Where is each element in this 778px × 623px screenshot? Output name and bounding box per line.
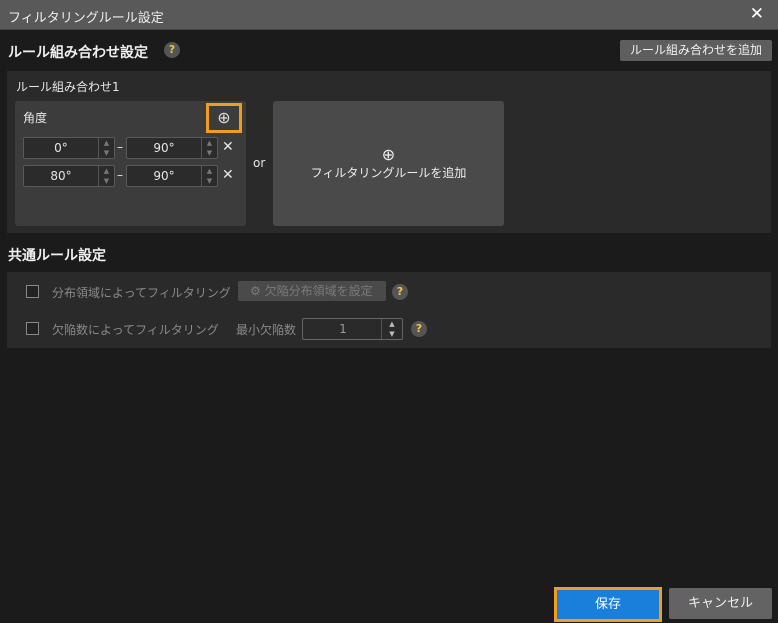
min-angle-input[interactable]: 0° ▲ ▼ — [23, 137, 115, 159]
min-count-value: 1 — [339, 322, 347, 336]
set-distribution-button[interactable]: ⚙ 欠陥分布領域を設定 — [238, 281, 386, 301]
min-value: 0° — [54, 141, 68, 155]
combination-title: ルール組み合わせ1 — [16, 80, 120, 94]
common-heading: 共通ルール設定 — [8, 248, 106, 264]
angle-rule-card: 角度 ⊕ 0° ▲ ▼ – 90° ▲ ▼ ✕ 80° ▲ ▼ – 90° ▲ ▼ ✕ — [15, 101, 246, 226]
remove-range-icon[interactable]: ✕ — [222, 139, 234, 155]
save-button[interactable]: 保存 — [554, 587, 662, 622]
count-help-icon[interactable]: ? — [411, 321, 427, 337]
spin-arrows[interactable]: ▲ ▼ — [98, 138, 114, 158]
cancel-button[interactable]: キャンセル — [669, 588, 772, 619]
rule-name: 角度 — [23, 111, 48, 125]
dialog-title: フィルタリングルール設定 — [8, 11, 164, 26]
min-count-label: 最小欠陥数 — [236, 323, 297, 337]
distribution-checkbox[interactable] — [26, 285, 39, 298]
min-angle-input[interactable]: 80° ▲ ▼ — [23, 165, 115, 187]
count-label: 欠陥数によってフィルタリング — [52, 323, 219, 337]
title-bar: フィルタリングルール設定 ✕ — [0, 0, 778, 30]
combination-panel: ルール組み合わせ1 角度 ⊕ 0° ▲ ▼ – 90° ▲ ▼ ✕ 80° ▲ ▼ – 90… — [7, 71, 771, 233]
remove-range-icon[interactable]: ✕ — [222, 167, 234, 183]
spin-arrows[interactable]: ▲ ▼ — [201, 138, 217, 158]
min-value: 80° — [50, 169, 72, 183]
count-checkbox[interactable] — [26, 322, 39, 335]
plus-circle-icon: ⊕ — [381, 145, 396, 164]
dash: – — [117, 168, 123, 182]
add-filter-rule-card[interactable]: ⊕ フィルタリングルールを追加 — [273, 101, 504, 226]
rules-heading: ルール組み合わせ設定 — [8, 45, 148, 61]
distribution-label: 分布領域によってフィルタリング — [52, 286, 231, 300]
add-range-plus-icon[interactable]: ⊕ — [206, 103, 242, 133]
spin-arrows[interactable]: ▲ ▼ — [381, 319, 402, 339]
common-panel: 分布領域によってフィルタリング ⚙ 欠陥分布領域を設定 ? 欠陥数によってフィル… — [7, 272, 771, 348]
set-distribution-label: 欠陥分布領域を設定 — [264, 284, 373, 298]
range-row: 0° ▲ ▼ – 90° ▲ ▼ ✕ — [23, 137, 234, 159]
rules-help-icon[interactable]: ? — [164, 42, 180, 58]
or-label: or — [253, 156, 266, 170]
max-value: 90° — [153, 141, 175, 155]
distribution-help-icon[interactable]: ? — [392, 284, 408, 300]
add-combination-button[interactable]: ルール組み合わせを追加 — [620, 40, 772, 61]
range-row: 80° ▲ ▼ – 90° ▲ ▼ ✕ — [23, 165, 234, 187]
add-rule-label: フィルタリングルールを追加 — [310, 166, 467, 180]
max-angle-input[interactable]: 90° ▲ ▼ — [126, 137, 218, 159]
max-value: 90° — [153, 169, 175, 183]
min-count-input[interactable]: 1 ▲ ▼ — [302, 318, 403, 340]
dash: – — [117, 140, 123, 154]
gear-icon: ⚙ — [250, 284, 265, 298]
spin-arrows[interactable]: ▲ ▼ — [201, 166, 217, 186]
spin-arrows[interactable]: ▲ ▼ — [98, 166, 114, 186]
close-icon[interactable]: ✕ — [750, 4, 764, 24]
max-angle-input[interactable]: 90° ▲ ▼ — [126, 165, 218, 187]
